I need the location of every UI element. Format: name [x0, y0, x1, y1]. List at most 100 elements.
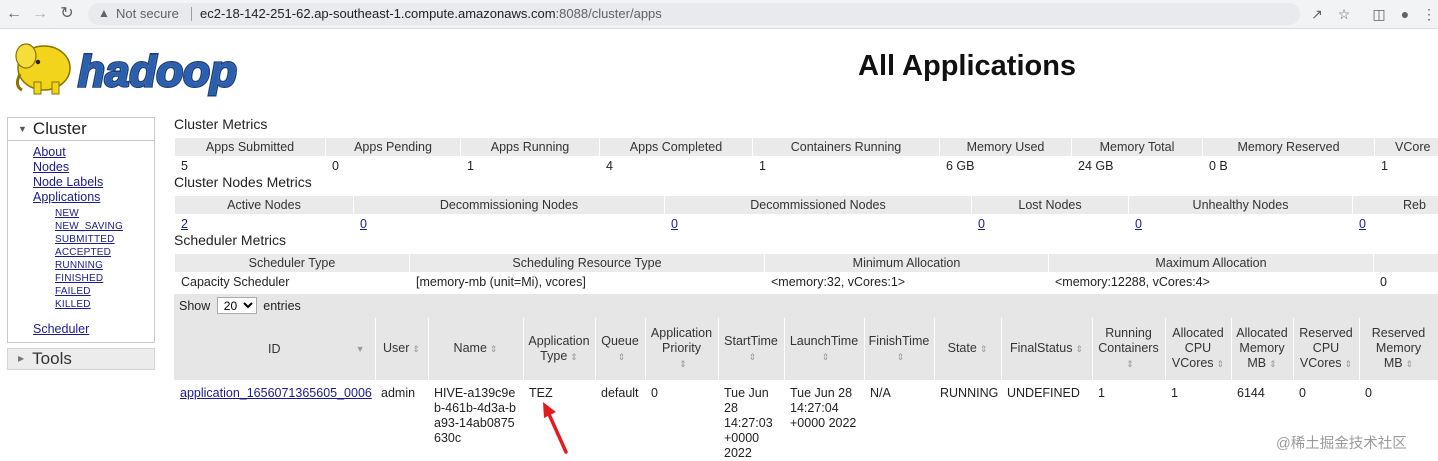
- bookmark-star-icon[interactable]: ☆: [1335, 5, 1353, 23]
- back-icon[interactable]: ←: [4, 4, 24, 24]
- col-name-label: Name: [454, 341, 487, 355]
- applications-table: ID▼ User⇕ Name⇕ Application Type⇕ Queue⇕…: [174, 318, 1438, 461]
- sidebar-state-new[interactable]: NEW: [55, 208, 79, 219]
- col-header-state[interactable]: State⇕: [934, 318, 1001, 380]
- nodes-header: Active Nodes: [175, 196, 354, 215]
- sort-icon: ⇕: [679, 359, 687, 369]
- col-header-name[interactable]: Name⇕: [428, 318, 523, 380]
- cell-alloc-vcores: 1: [1165, 380, 1231, 461]
- metric-value: 24 GB: [1072, 157, 1203, 175]
- expand-triangle-icon: ▶: [18, 354, 24, 363]
- cell-user: admin: [375, 380, 428, 461]
- sort-icon: ⇕: [1406, 359, 1414, 369]
- sort-icon: ⇕: [980, 344, 988, 354]
- col-header-res-vcores[interactable]: Reserved CPU VCores⇕: [1293, 318, 1359, 380]
- lost-nodes-link[interactable]: 0: [978, 217, 985, 231]
- col-start-label: StartTime: [724, 334, 778, 348]
- scheduler-value: <memory:32, vCores:1>: [765, 273, 1049, 291]
- cluster-metrics-table: Apps Submitted Apps Pending Apps Running…: [174, 137, 1438, 174]
- col-header-alloc-mem[interactable]: Allocated Memory MB⇕: [1231, 318, 1293, 380]
- nodes-header: Decommissioning Nodes: [354, 196, 665, 215]
- page-title: All Applications: [858, 50, 1076, 83]
- unhealthy-nodes-link[interactable]: 0: [1135, 217, 1142, 231]
- profile-icon[interactable]: ●: [1396, 5, 1414, 23]
- scheduler-header: [1374, 254, 1438, 273]
- sidebar-state-accepted[interactable]: ACCEPTED: [55, 247, 111, 258]
- scheduler-header: Maximum Allocation: [1049, 254, 1374, 273]
- sidebar-link-scheduler[interactable]: Scheduler: [33, 322, 89, 336]
- address-bar[interactable]: ▲ Not secure ec2-18-142-251-62.ap-southe…: [88, 3, 1300, 25]
- sidebar-link-applications[interactable]: Applications: [33, 190, 100, 204]
- cell-running-containers: 1: [1092, 380, 1165, 461]
- forward-icon[interactable]: →: [30, 4, 50, 24]
- col-header-finishtime[interactable]: FinishTime⇕: [864, 318, 934, 380]
- sidebar-state-killed[interactable]: KILLED: [55, 299, 91, 310]
- col-header-priority[interactable]: Application Priority⇕: [645, 318, 718, 380]
- decommissioned-nodes-link[interactable]: 0: [671, 217, 678, 231]
- reload-icon[interactable]: ↻: [57, 4, 77, 24]
- table-row: application_1656071365605_0006 admin HIV…: [174, 380, 1438, 461]
- sidebar-state-running[interactable]: RUNNING: [55, 260, 103, 271]
- warning-icon: ▲: [98, 6, 110, 20]
- side-panel-icon[interactable]: ◫: [1370, 5, 1388, 23]
- metric-value: 6 GB: [940, 157, 1072, 175]
- nodes-header: Unhealthy Nodes: [1129, 196, 1353, 215]
- share-icon[interactable]: ↗: [1308, 5, 1326, 23]
- metric-header: Memory Total: [1072, 138, 1203, 157]
- col-header-res-mem[interactable]: Reserved Memory MB⇕: [1359, 318, 1438, 380]
- sidebar-cluster-header[interactable]: ▼Cluster: [7, 117, 155, 141]
- metric-value: 1: [753, 157, 940, 175]
- metric-value: 4: [600, 157, 753, 175]
- col-header-user[interactable]: User⇕: [375, 318, 428, 380]
- tools-label: Tools: [32, 349, 72, 368]
- metric-value: 1: [461, 157, 600, 175]
- col-header-queue[interactable]: Queue⇕: [595, 318, 645, 380]
- address-separator: [191, 7, 192, 21]
- col-header-starttime[interactable]: StartTime ⇕: [718, 318, 784, 380]
- active-nodes-link[interactable]: 2: [181, 217, 188, 231]
- page-size-select[interactable]: 20: [217, 297, 257, 314]
- scheduler-metrics-table: Scheduler Type Scheduling Resource Type …: [174, 253, 1438, 290]
- sort-icon: ⇕: [1345, 359, 1353, 369]
- sort-icon: ⇕: [618, 352, 626, 362]
- metric-header: Apps Running: [461, 138, 600, 157]
- sidebar-state-new-saving[interactable]: NEW_SAVING: [55, 221, 123, 232]
- browser-toolbar: ← → ↻ ▲ Not secure ec2-18-142-251-62.ap-…: [0, 0, 1438, 29]
- sidebar-link-nodes[interactable]: Nodes: [33, 160, 69, 174]
- rebooted-nodes-link[interactable]: 0: [1359, 217, 1366, 231]
- application-id-link[interactable]: application_1656071365605_0006: [180, 386, 372, 400]
- sort-icon: ⇕: [1217, 359, 1225, 369]
- nodes-header: Lost Nodes: [972, 196, 1129, 215]
- sidebar-link-node-labels[interactable]: Node Labels: [33, 175, 103, 189]
- col-finalstatus-label: FinalStatus: [1010, 341, 1073, 355]
- scheduler-header: Scheduler Type: [175, 254, 410, 273]
- sidebar-state-submitted[interactable]: SUBMITTED: [55, 234, 115, 245]
- col-header-alloc-vcores[interactable]: Allocated CPU VCores⇕: [1165, 318, 1231, 380]
- sidebar-state-failed[interactable]: FAILED: [55, 286, 91, 297]
- menu-icon[interactable]: ⋮: [1420, 5, 1438, 23]
- col-header-finalstatus[interactable]: FinalStatus⇕: [1001, 318, 1092, 380]
- sort-icon: ⇕: [1075, 344, 1083, 354]
- cell-starttime: Tue Jun 28 14:27:03 +0000 2022: [718, 380, 784, 461]
- col-header-type[interactable]: Application Type⇕: [523, 318, 595, 380]
- col-alloc-mem-label: Allocated Memory MB: [1236, 326, 1287, 370]
- metric-header: Containers Running: [753, 138, 940, 157]
- cell-finishtime: N/A: [864, 380, 934, 461]
- col-header-running-containers[interactable]: Running Containers⇕: [1092, 318, 1165, 380]
- metric-value: 0 B: [1203, 157, 1375, 175]
- metric-header: Apps Completed: [600, 138, 753, 157]
- metric-value: 0: [326, 157, 461, 175]
- sidebar-link-about[interactable]: About: [33, 145, 66, 159]
- col-finish-label: FinishTime: [869, 334, 930, 348]
- scheduler-header: Minimum Allocation: [765, 254, 1049, 273]
- sort-icon: ⇕: [1269, 359, 1277, 369]
- collapse-triangle-icon: ▼: [18, 124, 27, 134]
- sort-icon: ⇕: [749, 352, 757, 362]
- sidebar-tools-header[interactable]: ▶ Tools: [7, 348, 155, 370]
- sidebar-state-finished[interactable]: FINISHED: [55, 273, 103, 284]
- sidebar: ▼Cluster About Nodes Node Labels Applica…: [7, 117, 155, 370]
- col-header-id[interactable]: ID▼: [174, 318, 375, 380]
- col-header-launchtime[interactable]: LaunchTime⇕: [784, 318, 864, 380]
- nodes-header: Reb: [1353, 196, 1438, 215]
- decommissioning-nodes-link[interactable]: 0: [360, 217, 367, 231]
